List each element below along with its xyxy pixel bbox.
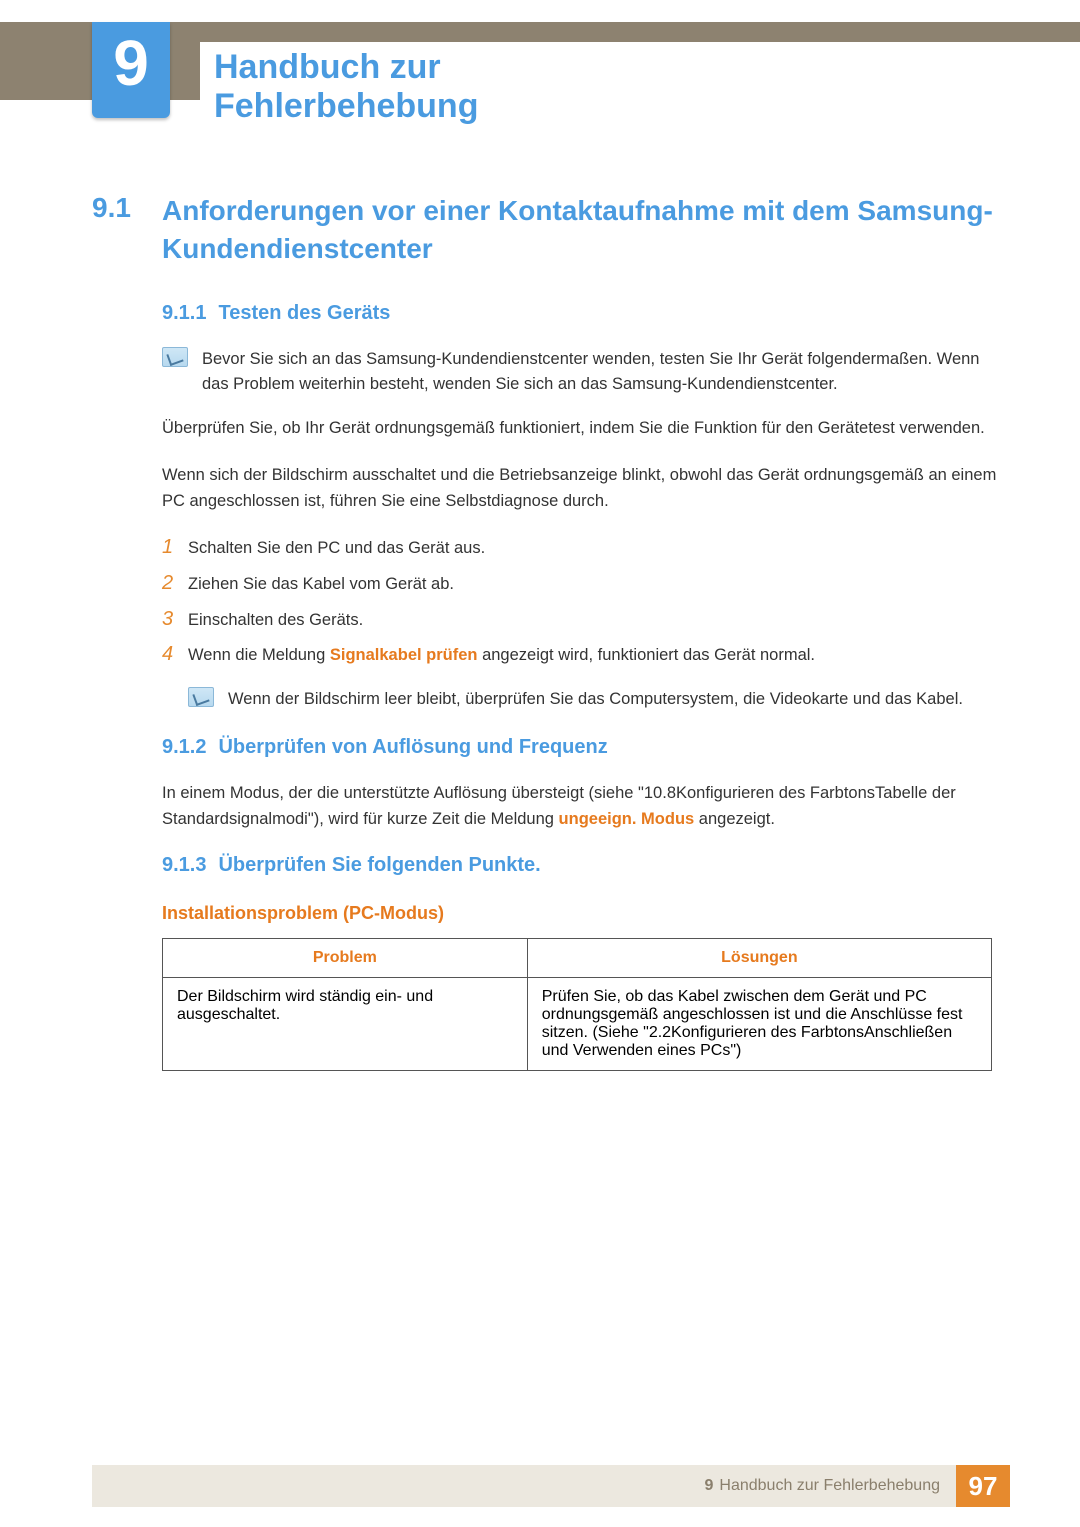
step-item: 3 Einschalten des Geräts. [162, 608, 1010, 634]
chapter-title: Handbuch zur Fehlerbehebung [200, 42, 1080, 132]
section-number: 9.1 [92, 192, 162, 268]
subsection-number: 9.1.1 [162, 302, 206, 324]
footer-label-bar: 9 Handbuch zur Fehlerbehebung [92, 1465, 956, 1507]
subsection-912-heading: 9.1.2 Überprüfen von Auflösung und Freque… [162, 736, 1010, 759]
step-number: 4 [162, 643, 188, 666]
footer-chapter-number: 9 [704, 1477, 713, 1495]
table-subhead: Installationsproblem (PC-Modus) [162, 903, 1010, 924]
step-text: Einschalten des Geräts. [188, 608, 363, 634]
step-text: Ziehen Sie das Kabel vom Gerät ab. [188, 572, 454, 598]
step-item: 4 Wenn die Meldung Signalkabel prüfen an… [162, 643, 1010, 669]
step4-prefix: Wenn die Meldung [188, 646, 330, 664]
page-footer: 9 Handbuch zur Fehlerbehebung 97 [92, 1465, 1010, 1507]
step-number: 2 [162, 572, 188, 595]
chapter-number-badge: 9 [92, 22, 170, 118]
subsection-number: 9.1.3 [162, 854, 206, 876]
p-suffix: angezeigt. [694, 810, 775, 828]
note-text: Wenn der Bildschirm leer bleibt, überprü… [228, 687, 963, 713]
subsection-title: Überprüfen von Auflösung und Frequenz [218, 736, 607, 758]
step4-suffix: angezeigt wird, funktioniert das Gerät n… [478, 646, 816, 664]
table-row: Der Bildschirm wird ständig ein- und aus… [163, 978, 992, 1071]
note-icon [162, 347, 188, 367]
solution-cell: Prüfen Sie, ob das Kabel zwischen dem Ge… [527, 978, 991, 1071]
ordered-steps: 1 Schalten Sie den PC und das Gerät aus.… [162, 536, 1010, 668]
section-heading: 9.1 Anforderungen vor einer Kontaktaufna… [92, 192, 1010, 268]
step-item: 2 Ziehen Sie das Kabel vom Gerät ab. [162, 572, 1010, 598]
paragraph: Wenn sich der Bildschirm ausschaltet und… [162, 463, 1010, 514]
note-block: Bevor Sie sich an das Samsung-Kundendien… [162, 347, 1010, 398]
table-header-solution: Lösungen [527, 939, 991, 978]
problem-solution-table: Problem Lösungen Der Bildschirm wird stä… [162, 938, 992, 1071]
problem-cell: Der Bildschirm wird ständig ein- und aus… [163, 978, 528, 1071]
section-title: Anforderungen vor einer Kontaktaufnahme … [162, 192, 1010, 268]
table-header-problem: Problem [163, 939, 528, 978]
subsection-911-heading: 9.1.1 Testen des Geräts [162, 302, 1010, 325]
page-number: 97 [956, 1465, 1010, 1507]
step4-emphasis: Signalkabel prüfen [330, 646, 478, 664]
step-text: Wenn die Meldung Signalkabel prüfen ange… [188, 643, 815, 669]
footer-chapter-label: Handbuch zur Fehlerbehebung [719, 1477, 940, 1495]
step-number: 3 [162, 608, 188, 631]
paragraph: Überprüfen Sie, ob Ihr Gerät ordnungsgem… [162, 416, 1010, 442]
step-item: 1 Schalten Sie den PC und das Gerät aus. [162, 536, 1010, 562]
subsection-913-heading: 9.1.3 Überprüfen Sie folgenden Punkte. [162, 854, 1010, 877]
nested-note-block: Wenn der Bildschirm leer bleibt, überprü… [188, 687, 1010, 713]
note-icon [188, 687, 214, 707]
paragraph: In einem Modus, der die unterstützte Auf… [162, 781, 1010, 832]
subsection-title: Überprüfen Sie folgenden Punkte. [218, 854, 540, 876]
subsection-number: 9.1.2 [162, 736, 206, 758]
subsection-title: Testen des Geräts [218, 302, 390, 324]
step-number: 1 [162, 536, 188, 559]
note-text: Bevor Sie sich an das Samsung-Kundendien… [202, 347, 1010, 398]
step-text: Schalten Sie den PC und das Gerät aus. [188, 536, 485, 562]
p-emphasis: ungeeign. Modus [559, 810, 695, 828]
page-content: 9.1 Anforderungen vor einer Kontaktaufna… [92, 192, 1010, 1071]
